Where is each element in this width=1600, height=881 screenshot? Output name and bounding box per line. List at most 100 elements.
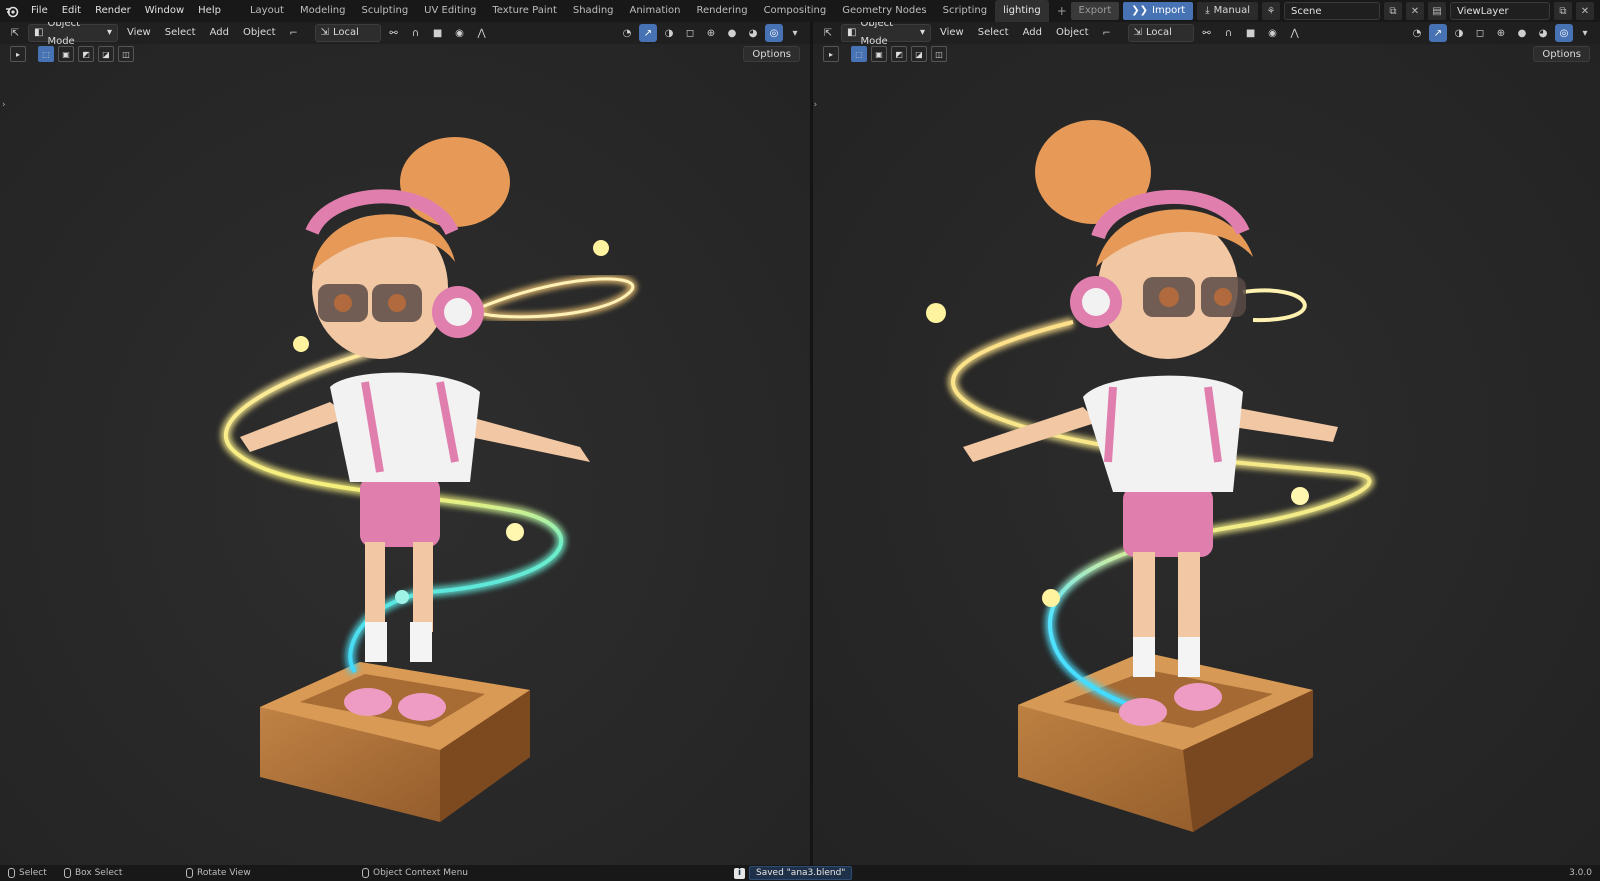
falloff-icon[interactable]: ⋀ <box>1286 24 1304 42</box>
select-invert-icon[interactable]: ◪ <box>911 46 927 62</box>
tab-shading[interactable]: Shading <box>565 0 622 22</box>
object-mode-dropdown[interactable]: ◧ Object Mode ▾ <box>28 22 118 47</box>
tab-texture-paint[interactable]: Texture Paint <box>484 0 565 22</box>
tab-sculpting[interactable]: Sculpting <box>353 0 416 22</box>
info-icon: i <box>734 867 745 879</box>
select-extend-icon[interactable]: ▣ <box>871 46 887 62</box>
select-new-icon[interactable]: ⬚ <box>851 46 867 62</box>
view-menu[interactable]: View <box>935 24 969 42</box>
select-tool-icon[interactable]: ▸ <box>823 46 839 62</box>
delete-scene-icon[interactable]: ✕ <box>1406 2 1424 20</box>
solid-shading-icon[interactable]: ● <box>1513 24 1531 42</box>
options-dropdown-right[interactable]: Options <box>1533 46 1590 62</box>
viewport-left[interactable]: ⇱ ◧ Object Mode ▾ View Select Add Object ⌐… <box>0 22 810 865</box>
wireframe-shading-icon[interactable]: ⊕ <box>1492 24 1510 42</box>
pivot-icon[interactable]: ⚯ <box>1198 24 1216 42</box>
material-shading-icon[interactable]: ◕ <box>1534 24 1552 42</box>
visibility-icon[interactable]: ◔ <box>618 24 636 42</box>
select-extend-icon[interactable]: ▣ <box>58 46 74 62</box>
tab-uv-editing[interactable]: UV Editing <box>416 0 484 22</box>
status-message[interactable]: i Saved "ana3.blend" <box>734 865 853 881</box>
view-menu[interactable]: View <box>122 24 156 42</box>
shading-options-icon[interactable]: ▾ <box>1576 24 1594 42</box>
snap-target-icon[interactable]: ■ <box>429 24 447 42</box>
render-scene-left[interactable] <box>0 22 810 865</box>
snap-target-icon[interactable]: ■ <box>1242 24 1260 42</box>
render-scene-right[interactable] <box>813 22 1600 865</box>
tab-animation[interactable]: Animation <box>622 0 689 22</box>
gizmo-toggle-icon[interactable]: ↗ <box>639 24 657 42</box>
gizmo-toggle-icon[interactable]: ↗ <box>1429 24 1447 42</box>
menu-edit[interactable]: Edit <box>55 0 88 22</box>
new-scene-icon[interactable]: ⧉ <box>1384 2 1402 20</box>
select-new-icon[interactable]: ⬚ <box>38 46 54 62</box>
select-tool-icon[interactable]: ▸ <box>10 46 26 62</box>
tab-scripting[interactable]: Scripting <box>935 0 995 22</box>
proportional-edit-icon[interactable]: ◉ <box>1264 24 1282 42</box>
blender-logo-icon[interactable] <box>0 0 24 22</box>
import-button[interactable]: ❯❯ Import <box>1123 2 1194 20</box>
shading-options-icon[interactable]: ▾ <box>786 24 804 42</box>
select-invert-icon[interactable]: ◪ <box>98 46 114 62</box>
add-menu[interactable]: Add <box>1018 24 1047 42</box>
options-dropdown-left[interactable]: Options <box>743 46 800 62</box>
viewport-right[interactable]: ⇱ ◧ Object Mode ▾ View Select Add Object ⌐… <box>813 22 1600 865</box>
select-subtract-icon[interactable]: ◩ <box>891 46 907 62</box>
xray-icon[interactable]: ◻ <box>681 24 699 42</box>
select-intersect-icon[interactable]: ◫ <box>118 46 134 62</box>
falloff-icon[interactable]: ⋀ <box>473 24 491 42</box>
wireframe-shading-icon[interactable]: ⊕ <box>702 24 720 42</box>
solid-shading-icon[interactable]: ● <box>723 24 741 42</box>
transform-orientation-dropdown[interactable]: ⇲ Local <box>1127 24 1194 42</box>
menu-window[interactable]: Window <box>138 0 191 22</box>
top-bar: File Edit Render Window Help Layout Mode… <box>0 0 1600 22</box>
select-intersect-icon[interactable]: ◫ <box>931 46 947 62</box>
add-menu[interactable]: Add <box>205 24 234 42</box>
tab-rendering[interactable]: Rendering <box>688 0 755 22</box>
xray-icon[interactable]: ◻ <box>1471 24 1489 42</box>
proportional-edit-icon[interactable]: ◉ <box>451 24 469 42</box>
manual-button[interactable]: ⤓ Manual <box>1197 2 1258 20</box>
select-menu[interactable]: Select <box>973 24 1014 42</box>
view-layer-field[interactable]: ViewLayer <box>1450 2 1550 20</box>
tab-compositing[interactable]: Compositing <box>756 0 835 22</box>
toolbar-expand-icon[interactable]: › <box>2 100 6 110</box>
menu-help[interactable]: Help <box>191 0 228 22</box>
overlay-icon[interactable]: ◑ <box>660 24 678 42</box>
visibility-icon[interactable]: ◔ <box>1408 24 1426 42</box>
object-menu[interactable]: Object <box>1051 24 1094 42</box>
object-menu[interactable]: Object <box>238 24 281 42</box>
overlay-icon[interactable]: ◑ <box>1450 24 1468 42</box>
tab-geometry-nodes[interactable]: Geometry Nodes <box>834 0 934 22</box>
mouse-drag-icon <box>64 868 71 878</box>
tab-lighting[interactable]: lighting <box>995 0 1049 22</box>
material-shading-icon[interactable]: ◕ <box>744 24 762 42</box>
select-subtract-icon[interactable]: ◩ <box>78 46 94 62</box>
scene-selector-icon[interactable]: ⚘ <box>1262 2 1280 20</box>
tab-layout[interactable]: Layout <box>242 0 292 22</box>
mouse-right-icon <box>362 868 369 878</box>
delete-view-layer-icon[interactable]: ✕ <box>1576 2 1594 20</box>
transform-orientation-dropdown[interactable]: ⇲ Local <box>314 24 381 42</box>
editor-type-icon[interactable]: ⇱ <box>6 24 24 42</box>
object-mode-dropdown[interactable]: ◧ Object Mode ▾ <box>841 22 931 47</box>
view-layer-icon[interactable]: ▤ <box>1428 2 1446 20</box>
menu-render[interactable]: Render <box>88 0 138 22</box>
tab-modeling[interactable]: Modeling <box>292 0 354 22</box>
snap-icon[interactable]: ∩ <box>407 24 425 42</box>
editor-type-icon[interactable]: ⇱ <box>819 24 837 42</box>
rendered-shading-icon[interactable]: ◎ <box>1555 24 1573 42</box>
menu-file[interactable]: File <box>24 0 55 22</box>
mouse-middle-icon <box>186 868 193 878</box>
scene-name-field[interactable]: Scene <box>1284 2 1380 20</box>
select-menu[interactable]: Select <box>160 24 201 42</box>
gizmo-icon[interactable]: ⌐ <box>1098 24 1116 42</box>
split-arrows-icon[interactable]: ‹› <box>813 100 817 110</box>
gizmo-icon[interactable]: ⌐ <box>285 24 303 42</box>
pivot-icon[interactable]: ⚯ <box>385 24 403 42</box>
new-view-layer-icon[interactable]: ⧉ <box>1554 2 1572 20</box>
export-button[interactable]: Export <box>1070 2 1120 20</box>
rendered-shading-icon[interactable]: ◎ <box>765 24 783 42</box>
object-mode-icon: ◧ <box>34 27 44 38</box>
snap-icon[interactable]: ∩ <box>1220 24 1238 42</box>
